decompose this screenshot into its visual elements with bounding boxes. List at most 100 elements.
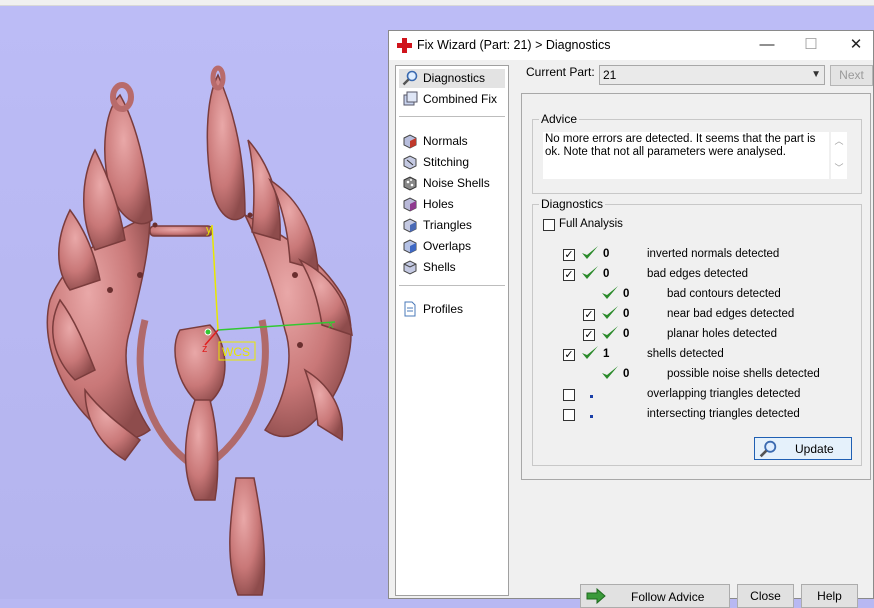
nav-label: Diagnostics	[423, 71, 486, 85]
noise-shells-count: 0	[623, 368, 630, 380]
bad-edges-count: 0	[603, 268, 610, 280]
shells-label: shells detected	[647, 348, 724, 360]
update-button[interactable]: Update	[754, 437, 852, 460]
green-check-icon	[602, 286, 618, 299]
top-edge	[0, 0, 874, 6]
next-button[interactable]: Next	[830, 65, 873, 86]
green-check-icon	[602, 306, 618, 319]
bad-contours-label: bad contours detected	[667, 288, 781, 300]
pending-dot-icon	[590, 395, 593, 398]
intersecting-triangles-label: intersecting triangles detected	[647, 408, 800, 420]
axis-x-label: x	[328, 319, 334, 331]
advice-scrollbar[interactable]: ︿ ﹀	[831, 132, 847, 179]
green-check-icon	[582, 266, 598, 279]
planar-holes-checkbox[interactable]: ✓	[583, 329, 595, 341]
fix-wizard-dialog: Fix Wizard (Part: 21) > Diagnostics — ☐ …	[388, 30, 874, 608]
magnifier-icon	[402, 70, 418, 86]
full-analysis-label: Full Analysis	[559, 218, 623, 230]
nav-item-profiles[interactable]: Profiles	[399, 300, 505, 319]
bad-edges-label: bad edges detected	[647, 268, 749, 280]
shells-cube-icon	[403, 260, 417, 275]
intersecting-triangles-checkbox[interactable]	[563, 409, 575, 421]
cube-stack-icon	[403, 91, 418, 106]
bad-contours-count: 0	[623, 288, 630, 300]
fix-wizard-nav: Diagnostics Combined Fix Normals Stitchi…	[395, 65, 509, 596]
noise-shells-label: possible noise shells detected	[667, 368, 820, 380]
bad-edges-checkbox[interactable]: ✓	[563, 269, 575, 281]
green-arrow-icon	[586, 588, 606, 604]
diagnostics-title: Diagnostics	[539, 197, 606, 211]
nav-item-overlaps[interactable]: Overlaps	[399, 237, 505, 256]
nav-label: Profiles	[423, 302, 464, 316]
current-part-label: Current Part:	[526, 65, 595, 79]
nav-label: Overlaps	[423, 239, 472, 253]
green-check-icon	[582, 346, 598, 359]
green-check-icon	[602, 366, 618, 379]
diagnostics-panel: Advice No more errors are detected. It s…	[521, 93, 871, 480]
nav-label: Noise Shells	[423, 176, 490, 190]
minimize-button[interactable]: —	[751, 34, 783, 56]
planar-holes-label: planar holes detected	[667, 328, 777, 340]
follow-advice-button[interactable]: Follow Advice	[580, 584, 730, 608]
nav-item-normals[interactable]: Normals	[399, 132, 505, 151]
near-bad-edges-checkbox[interactable]: ✓	[583, 309, 595, 321]
nav-label: Stitching	[423, 155, 470, 169]
nav-item-holes[interactable]: Holes	[399, 195, 505, 214]
overlapping-triangles-label: overlapping triangles detected	[647, 388, 801, 400]
nav-item-combined-fix[interactable]: Combined Fix	[399, 90, 505, 109]
nav-label: Triangles	[423, 218, 472, 232]
document-icon	[404, 301, 416, 317]
nav-item-triangles[interactable]: Triangles	[399, 216, 505, 235]
overlaps-cube-icon	[403, 239, 417, 254]
green-check-icon	[602, 326, 618, 339]
nav-item-shells[interactable]: Shells	[399, 258, 505, 277]
stitching-cube-icon	[403, 155, 417, 170]
pendant-model[interactable]: y x z WCS	[0, 0, 390, 599]
near-bad-edges-count: 0	[623, 308, 630, 320]
magnifier-icon	[759, 440, 777, 458]
axis-z-label: z	[202, 343, 208, 355]
red-cross-icon	[397, 38, 412, 53]
normals-cube-icon	[403, 134, 417, 149]
nav-label: Shells	[423, 260, 456, 274]
shells-count: 1	[603, 348, 610, 360]
overlapping-triangles-checkbox[interactable]	[563, 389, 575, 401]
nav-label: Normals	[423, 134, 468, 148]
inverted-normals-label: inverted normals detected	[647, 248, 780, 260]
close-window-button[interactable]: ✕	[840, 34, 872, 56]
advice-text: No more errors are detected. It seems th…	[543, 132, 829, 179]
advice-title: Advice	[539, 112, 580, 126]
full-analysis-checkbox[interactable]	[543, 219, 555, 231]
nav-label: Holes	[423, 197, 454, 211]
follow-advice-label: Follow Advice	[631, 590, 705, 604]
advice-group: Advice No more errors are detected. It s…	[532, 112, 862, 194]
maximize-button[interactable]: ☐	[795, 34, 827, 56]
diagnostics-group: Diagnostics Full Analysis ✓ 0 inverted n…	[532, 197, 862, 466]
inverted-normals-count: 0	[603, 248, 610, 260]
help-button[interactable]: Help	[801, 584, 858, 608]
inverted-normals-checkbox[interactable]: ✓	[563, 249, 575, 261]
current-part-value: 21	[603, 68, 617, 82]
update-label: Update	[795, 442, 834, 456]
triangles-cube-icon	[403, 218, 417, 233]
holes-cube-icon	[403, 197, 417, 212]
nav-separator	[399, 285, 505, 286]
near-bad-edges-label: near bad edges detected	[667, 308, 795, 320]
nav-label: Combined Fix	[423, 92, 498, 106]
close-button[interactable]: Close	[737, 584, 794, 608]
nav-item-stitching[interactable]: Stitching	[399, 153, 505, 172]
shells-checkbox[interactable]: ✓	[563, 349, 575, 361]
nav-item-noise-shells[interactable]: Noise Shells	[399, 174, 505, 193]
pending-dot-icon	[590, 415, 593, 418]
planar-holes-count: 0	[623, 328, 630, 340]
wcs-label: WCS	[222, 345, 250, 359]
green-check-icon	[582, 246, 598, 259]
chevron-down-icon: ▼	[811, 69, 821, 80]
nav-item-diagnostics[interactable]: Diagnostics	[399, 69, 505, 88]
noise-cube-icon	[403, 176, 417, 191]
current-part-select[interactable]: 21 ▼	[599, 65, 825, 85]
nav-separator	[399, 116, 505, 117]
axis-y-label: y	[206, 224, 212, 236]
dialog-title: Fix Wizard (Part: 21) > Diagnostics	[417, 38, 611, 52]
title-bar[interactable]: Fix Wizard (Part: 21) > Diagnostics — ☐ …	[389, 31, 873, 60]
